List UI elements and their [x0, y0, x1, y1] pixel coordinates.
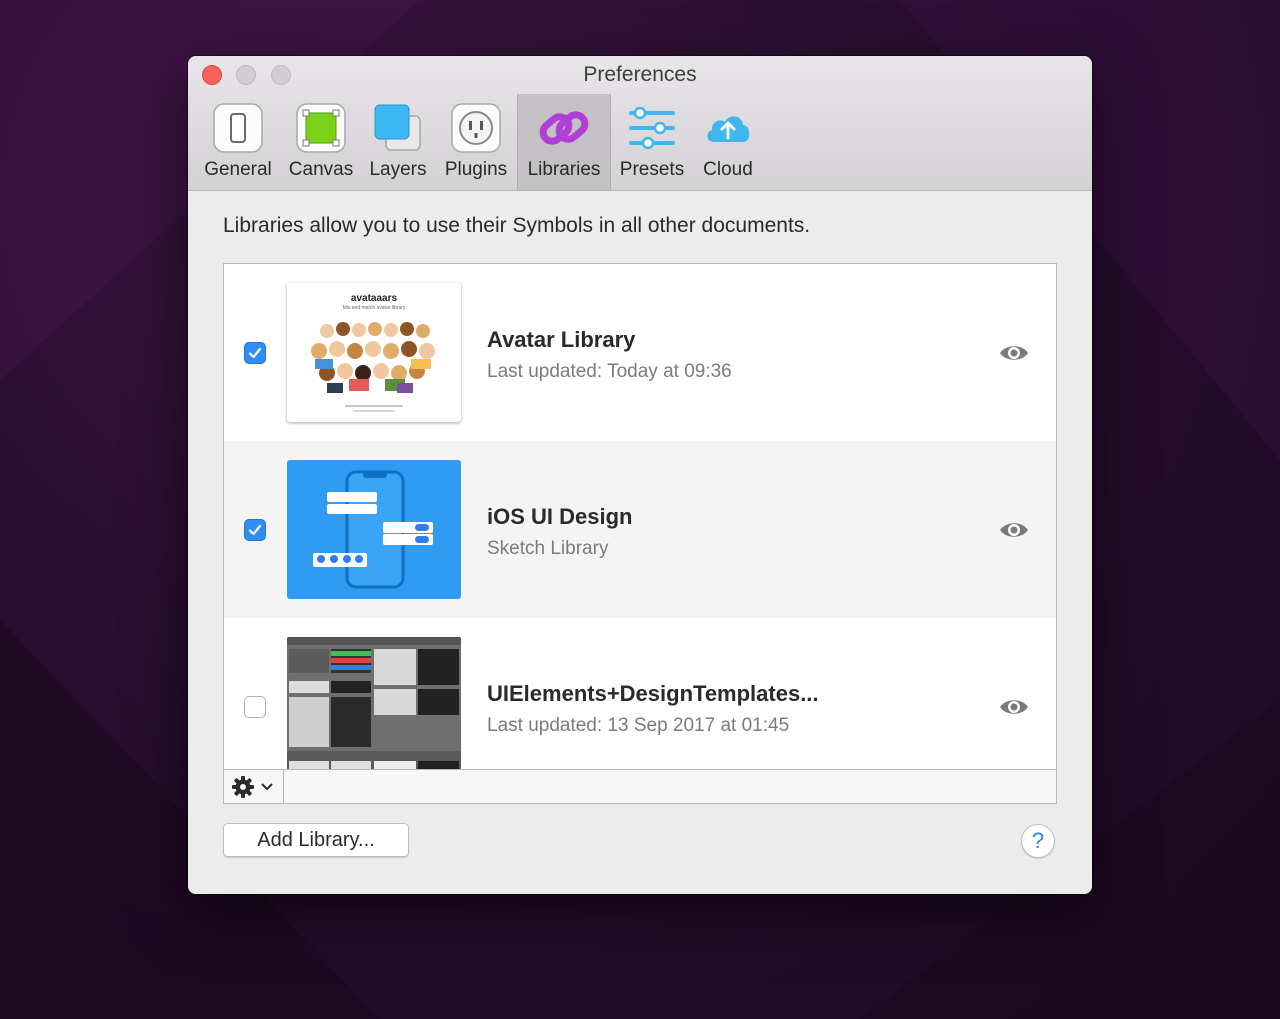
tab-presets[interactable]: Presets [614, 94, 690, 190]
checkmark-icon [248, 347, 262, 359]
libraries-intro: Libraries allow you to use their Symbols… [223, 214, 811, 237]
title-bar: Preferences General Canvas Layers Plugin… [188, 56, 1092, 191]
plugins-icon [451, 103, 501, 153]
library-row-uielements[interactable]: UIElements+DesignTemplates... Last updat… [224, 618, 1056, 769]
library-row-avatar[interactable]: avataaars Mix and match avatar library A… [224, 264, 1056, 441]
canvas-icon [296, 103, 346, 153]
checkmark-icon [248, 524, 262, 536]
layers-icon [374, 104, 421, 151]
library-updated-uielements: Last updated: 13 Sep 2017 at 01:45 [487, 715, 790, 736]
library-list[interactable]: avataaars Mix and match avatar library A… [223, 263, 1057, 770]
library-checkbox-ios[interactable] [244, 519, 266, 541]
tab-cloud-label: Cloud [703, 159, 753, 180]
tab-presets-label: Presets [619, 159, 685, 180]
libraries-pane: Libraries allow you to use their Symbols… [188, 191, 1092, 894]
library-name-avatar: Avatar Library [487, 327, 636, 352]
library-checkbox-uielements[interactable] [244, 696, 266, 718]
library-row-ios[interactable]: iOS UI Design Sketch Library [224, 441, 1056, 618]
help-button[interactable]: ? [1021, 824, 1055, 858]
library-thumbnail-ios [287, 460, 461, 599]
gear-menu-button[interactable] [224, 770, 284, 803]
eye-icon[interactable] [998, 696, 1030, 718]
tab-plugins[interactable]: Plugins [438, 94, 514, 190]
avatar-collage-image [311, 322, 435, 412]
libraries-icon [539, 111, 589, 145]
tab-libraries-label: Libraries [527, 159, 601, 180]
tab-libraries[interactable]: Libraries [517, 94, 611, 190]
add-library-button[interactable]: Add Library... [223, 823, 409, 857]
window-title: Preferences [583, 63, 697, 86]
tab-layers-label: Layers [369, 159, 427, 180]
library-subtitle-ios: Sketch Library [487, 538, 609, 559]
tab-general[interactable]: General [198, 94, 278, 190]
tab-canvas[interactable]: Canvas [282, 94, 360, 190]
gear-icon [232, 776, 254, 798]
eye-icon[interactable] [998, 519, 1030, 541]
cloud-icon [707, 116, 750, 142]
preferences-window: Preferences General Canvas Layers Plugin… [188, 56, 1092, 894]
eye-icon[interactable] [998, 342, 1030, 364]
tab-layers[interactable]: Layers [362, 94, 434, 190]
tab-canvas-label: Canvas [288, 159, 354, 180]
ui-templates-image [287, 637, 461, 769]
tab-general-label: General [204, 159, 272, 180]
tab-plugins-label: Plugins [444, 159, 508, 180]
library-thumbnail-avatar: avataaars Mix and match avatar library [287, 283, 461, 422]
library-name-ios: iOS UI Design [487, 504, 633, 529]
presets-icon [629, 106, 675, 150]
general-icon [213, 103, 263, 153]
library-checkbox-avatar[interactable] [244, 342, 266, 364]
tab-cloud[interactable]: Cloud [694, 94, 762, 190]
ios-phone-image [313, 470, 433, 589]
chevron-down-icon [261, 783, 273, 791]
library-thumbnail-uielements [287, 637, 461, 769]
library-updated-avatar: Last updated: Today at 09:36 [487, 361, 732, 382]
library-name-uielements: UIElements+DesignTemplates... [487, 681, 819, 706]
list-footer-bar [223, 769, 1057, 804]
